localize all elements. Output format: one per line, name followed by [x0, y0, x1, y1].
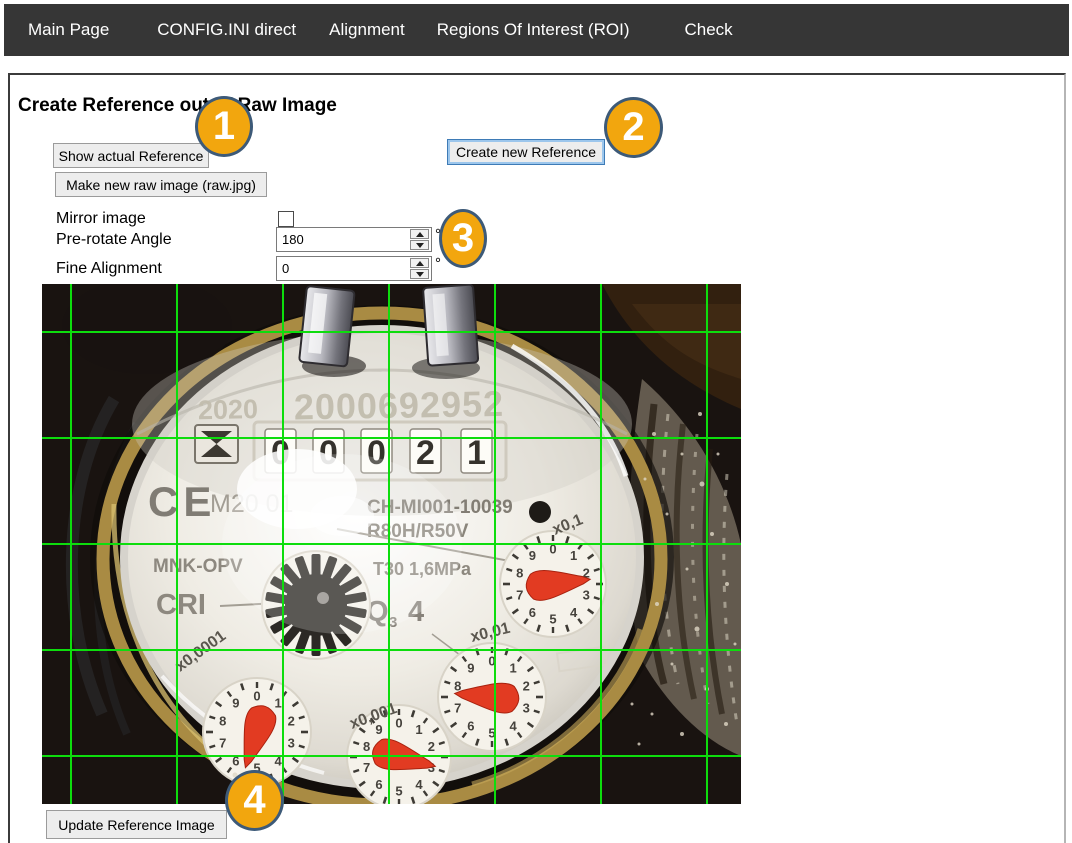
nav-item-config-ini[interactable]: CONFIG.INI direct: [157, 20, 296, 40]
svg-text:6: 6: [375, 777, 382, 792]
spinner-down-icon[interactable]: [410, 240, 429, 250]
annotation-3: 3: [439, 209, 487, 268]
brand2-text: CRI: [156, 589, 206, 621]
create-new-reference-button[interactable]: Create new Reference: [447, 139, 605, 165]
annotation-2: 2: [604, 97, 663, 158]
svg-text:2: 2: [416, 434, 435, 472]
fine-alignment-label: Fine Alignment: [56, 260, 162, 278]
svg-text:3: 3: [288, 736, 295, 751]
page: Main Page CONFIG.INI direct Alignment Re…: [0, 0, 1072, 843]
nav-item-alignment[interactable]: Alignment: [329, 20, 405, 40]
svg-text:7: 7: [363, 760, 370, 775]
svg-text:1: 1: [510, 660, 517, 675]
serial-year: 2020: [198, 394, 259, 425]
svg-text:7: 7: [219, 736, 226, 751]
prerotate-angle-value: 180: [282, 232, 304, 247]
counter-dot: [529, 501, 551, 523]
svg-text:4: 4: [415, 777, 423, 792]
spinner-up-icon[interactable]: [410, 258, 429, 268]
ce-mark: CE: [148, 478, 216, 525]
svg-text:3: 3: [523, 701, 530, 716]
nav-item-main-page[interactable]: Main Page: [28, 20, 109, 40]
fine-alignment-input[interactable]: 0: [276, 256, 432, 281]
svg-text:4: 4: [570, 605, 578, 620]
fine-alignment-value: 0: [282, 261, 289, 276]
svg-text:6: 6: [467, 719, 474, 734]
svg-text:9: 9: [232, 695, 239, 710]
top-navigation: Main Page CONFIG.INI direct Alignment Re…: [4, 4, 1069, 56]
svg-text:5: 5: [549, 612, 556, 627]
svg-text:2: 2: [288, 713, 295, 728]
spinner-up-icon[interactable]: [410, 229, 429, 239]
annotation-4: 4: [225, 770, 284, 831]
svg-text:2: 2: [428, 739, 435, 754]
svg-text:0: 0: [395, 716, 402, 731]
nav-item-check[interactable]: Check: [684, 20, 732, 40]
svg-text:9: 9: [467, 660, 474, 675]
svg-text:1: 1: [570, 548, 577, 563]
prerotate-angle-label: Pre-rotate Angle: [56, 231, 172, 249]
svg-text:8: 8: [363, 739, 370, 754]
prerotate-spinner: [410, 229, 429, 250]
nav-item-roi[interactable]: Regions Of Interest (ROI): [437, 20, 630, 40]
svg-text:7: 7: [516, 587, 523, 602]
svg-text:1: 1: [275, 695, 282, 710]
page-title: Create Reference out of Raw Image: [18, 95, 337, 117]
fine-alignment-spinner: [410, 258, 429, 279]
svg-text:9: 9: [529, 548, 536, 563]
maker-logo: [195, 425, 238, 463]
update-reference-image-button[interactable]: Update Reference Image: [46, 810, 227, 839]
mirror-image-checkbox[interactable]: [278, 211, 294, 227]
mirror-image-label: Mirror image: [56, 210, 146, 228]
prerotate-angle-input[interactable]: 180: [276, 227, 432, 252]
reference-image-preview[interactable]: 2020 2000692952 00021 m³ CE M20 01 CH-MI…: [42, 284, 741, 804]
show-actual-reference-button[interactable]: Show actual Reference: [53, 143, 209, 168]
svg-text:5: 5: [395, 784, 402, 799]
svg-text:1: 1: [467, 434, 486, 472]
make-new-raw-image-button[interactable]: Make new raw image (raw.jpg): [55, 172, 267, 197]
svg-text:7: 7: [454, 701, 461, 716]
svg-text:0: 0: [253, 689, 260, 704]
svg-text:1: 1: [415, 722, 422, 737]
svg-text:2: 2: [523, 678, 530, 693]
spinner-down-icon[interactable]: [410, 269, 429, 279]
svg-text:8: 8: [516, 566, 523, 581]
annotation-1: 1: [195, 96, 253, 157]
svg-text:6: 6: [529, 605, 536, 620]
svg-text:3: 3: [583, 587, 590, 602]
svg-text:8: 8: [219, 713, 226, 728]
fine-alignment-degree-sign: °: [435, 255, 441, 272]
svg-text:4: 4: [510, 719, 518, 734]
